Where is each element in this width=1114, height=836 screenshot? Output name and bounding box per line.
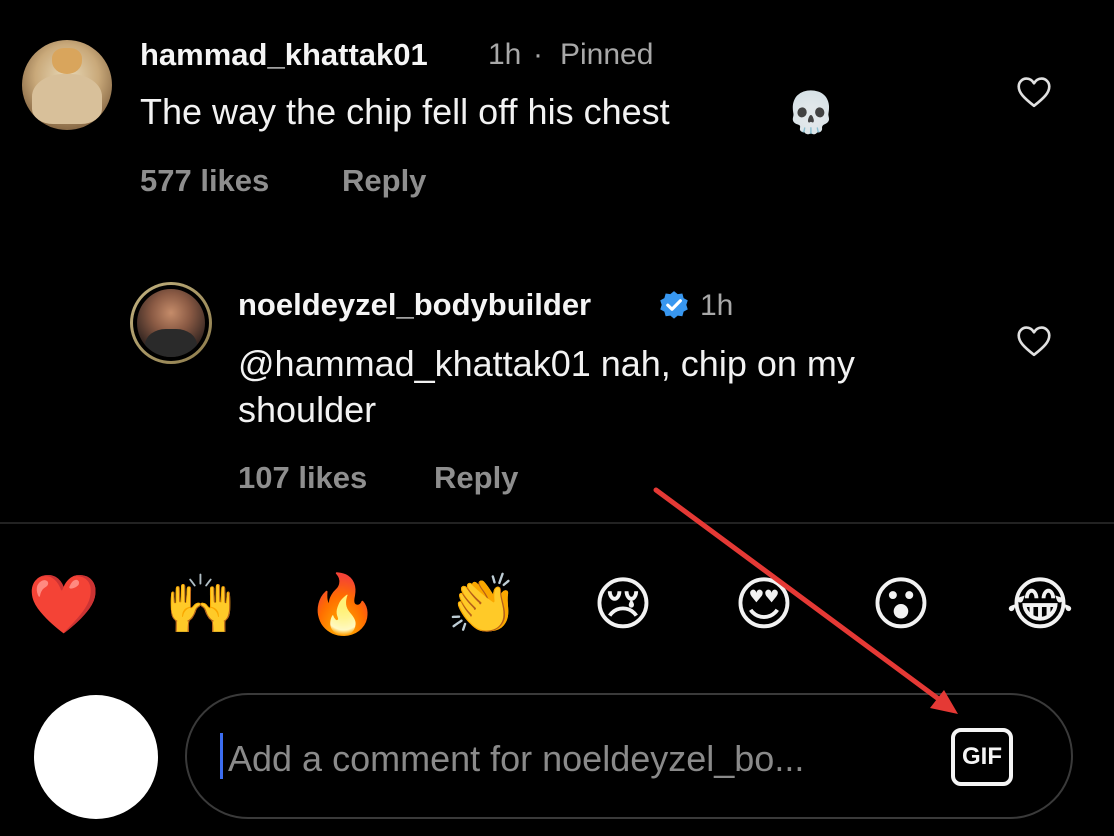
commenter-avatar[interactable] (22, 40, 112, 130)
reaction-surprised-icon[interactable]: 😮 (861, 565, 941, 645)
quick-reactions-bar: ❤️ 🙌 🔥 👏 😢 😍 😮 😂 (0, 565, 1114, 645)
avatar-photo (137, 289, 205, 357)
meta-separator: · (533, 38, 543, 71)
reaction-fire-icon[interactable]: 🔥 (303, 565, 383, 645)
reaction-clapping-icon[interactable]: 👏 (443, 565, 523, 645)
avatar-figure-body (32, 74, 102, 124)
reaction-heart-icon[interactable]: ❤️ (24, 565, 104, 645)
reaction-raised-hands-icon[interactable]: 🙌 (161, 565, 241, 645)
current-user-avatar (34, 695, 158, 819)
reply-button[interactable]: Reply (342, 163, 426, 199)
gif-button[interactable]: GIF (951, 728, 1013, 786)
avatar-ring-inner (133, 285, 209, 361)
reply-likes-count[interactable]: 107 likes (238, 460, 367, 496)
likes-count[interactable]: 577 likes (140, 163, 269, 199)
reply-like-heart-icon[interactable] (1016, 325, 1052, 357)
comment-pinned: hammad_khattak01 1h · Pinned The way the… (0, 0, 1114, 230)
pinned-label: Pinned (560, 38, 654, 71)
avatar-photo-shirt (145, 329, 197, 357)
reply-reply-button[interactable]: Reply (434, 460, 518, 496)
comment-username[interactable]: hammad_khattak01 (140, 37, 428, 73)
verified-badge-icon (660, 291, 688, 319)
like-heart-icon[interactable] (1016, 76, 1052, 108)
reply-text-line2: shoulder (238, 389, 377, 430)
reaction-crying-icon[interactable]: 😢 (583, 565, 663, 645)
comment-input[interactable] (226, 730, 920, 788)
avatar-figure-face (52, 48, 82, 74)
reply-avatar[interactable] (130, 282, 212, 364)
reply-time: 1h (700, 289, 734, 322)
divider (0, 522, 1114, 524)
text-caret (220, 733, 223, 779)
reply-username[interactable]: noeldeyzel_bodybuilder (238, 287, 591, 323)
reply-text-line1: @hammad_khattak01 nah, chip on my (238, 343, 855, 384)
comment-text: The way the chip fell off his chest (140, 91, 670, 132)
reaction-heart-eyes-icon[interactable]: 😍 (724, 565, 804, 645)
comment-time: 1h (488, 38, 522, 71)
reaction-laughing-icon[interactable]: 😂 (1000, 565, 1080, 645)
skull-emoji-icon: 💀 (786, 91, 836, 135)
